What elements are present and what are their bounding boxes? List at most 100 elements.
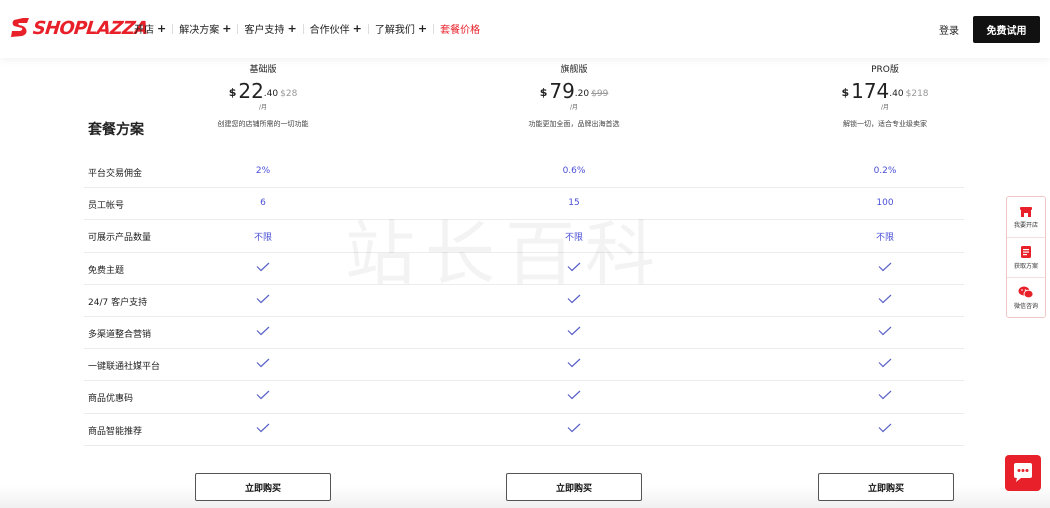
feature-included-cell [855, 262, 915, 272]
nav-item-label: 了解我们 [374, 25, 415, 36]
original-price: $218 [905, 89, 929, 99]
feature-included-cell [855, 390, 915, 400]
open-store-shortcut[interactable]: 我要开店 [1007, 197, 1045, 237]
check-icon [256, 358, 270, 368]
feature-row: 可展示产品数量 不限 不限 不限 [84, 220, 964, 253]
check-icon [567, 358, 581, 368]
price-decimal: .40 [889, 89, 904, 99]
feature-included-cell [233, 358, 293, 368]
feature-label: 可展示产品数量 [88, 233, 152, 244]
nav-item-label: 客户支持 [244, 25, 285, 36]
nav-item-5[interactable]: 套餐价格 [434, 21, 486, 36]
check-icon [567, 294, 581, 304]
chat-bubble-icon [1014, 463, 1032, 482]
check-icon [878, 326, 892, 336]
open-store-label: 我要开店 [1013, 221, 1038, 229]
feature-included-cell [855, 423, 915, 433]
get-plan-shortcut[interactable]: 获取方案 [1007, 237, 1045, 277]
buy-button-flagship[interactable]: 立即购买 [506, 473, 642, 501]
wechat-consult-shortcut[interactable]: 微信咨询 [1007, 277, 1045, 317]
feature-included-cell [544, 423, 604, 433]
plus-icon: + [417, 22, 428, 35]
plan-name: PRO版 [871, 65, 899, 75]
plan-name: 旗舰版 [560, 65, 588, 75]
nav-item-4[interactable]: 了解我们 + [369, 21, 433, 36]
price-decimal: .40 [263, 89, 279, 99]
feature-included-cell [233, 262, 293, 272]
feature-label: 员工帐号 [88, 201, 125, 212]
plan-basic: 基础版 $22.40 $28/月 创建您的店铺所需的一切功能 [163, 62, 363, 129]
feature-row: 员工帐号 6 15 100 [84, 188, 964, 221]
price: $79.20 $99 [474, 81, 674, 101]
feature-row: 24/7 客户支持 [84, 285, 964, 317]
main-nav: 开店 + 解决方案 + 客户支持 + 合作伙伴 + 了解我们 + 套餐价格 [128, 21, 486, 36]
nav-item-3[interactable]: 合作伙伴 + [304, 21, 368, 36]
feature-label: 平台交易佣金 [88, 169, 143, 179]
price-integer: 174 [851, 79, 890, 103]
feature-comparison-table: 平台交易佣金 2% 0.6% 0.2% 员工帐号 6 15 100 可展示产品数量 不限 不限 不限免… [84, 156, 964, 446]
nav-item-label: 解决方案 [179, 25, 220, 36]
nav-item-1[interactable]: 解决方案 + [173, 21, 237, 36]
login-link[interactable]: 登录 [939, 22, 959, 37]
feature-included-cell [544, 262, 604, 272]
feature-row: 商品智能推荐 [84, 414, 964, 446]
feature-included-cell [855, 326, 915, 336]
buy-button-pro[interactable]: 立即购买 [818, 473, 954, 501]
price-integer: 79 [549, 79, 575, 103]
check-icon [256, 423, 270, 432]
feature-row: 商品优惠码 [84, 381, 964, 414]
nav-item-0[interactable]: 开店 + [128, 21, 172, 36]
check-icon [878, 294, 892, 304]
check-icon [878, 358, 892, 368]
feature-label: 24/7 客户支持 [88, 297, 148, 308]
feature-included-cell [544, 358, 604, 368]
billing-period: /月 [880, 104, 890, 111]
wechat-icon [1018, 286, 1034, 298]
plus-icon: + [157, 22, 167, 35]
feature-included-cell [233, 390, 293, 400]
floating-contact-panel: 我要开店 获取方案 微信咨询 [1006, 196, 1046, 318]
check-icon [256, 262, 270, 271]
feature-included-cell [233, 326, 293, 336]
check-icon [567, 262, 581, 271]
plan-name: 基础版 [249, 65, 277, 75]
feature-label: 商品智能推荐 [88, 426, 143, 437]
currency-symbol: $ [841, 86, 850, 99]
original-price: $99 [591, 89, 609, 99]
feature-label: 多渠道整合营销 [88, 329, 152, 340]
billing-period: /月 [569, 104, 579, 111]
chat-button[interactable] [1005, 455, 1041, 491]
feature-included-cell [855, 294, 915, 304]
plan-pro: PRO版 $174.40 $218/月 解锁一切，适合专业级卖家 [785, 62, 985, 129]
check-icon [878, 423, 892, 432]
free-trial-button[interactable]: 免费试用 [973, 16, 1040, 43]
buy-button-basic[interactable]: 立即购买 [195, 473, 331, 501]
top-navigation-bar: SHOPLAZZA 开店 + 解决方案 + 客户支持 + 合作伙伴 + 了解我们 + 套餐价格 登录… [0, 0, 1050, 58]
plus-icon: + [352, 22, 362, 35]
feature-included-cell [544, 326, 604, 336]
check-icon [256, 326, 270, 336]
feature-value: 2% [255, 166, 271, 176]
feature-value: 0.6% [562, 166, 586, 176]
feature-row: 多渠道整合营销 [84, 317, 964, 350]
price-integer: 22 [238, 79, 264, 103]
plan-description: 功能更加全面，品牌出海首选 [528, 120, 620, 128]
feature-label: 一键联通社媒平台 [88, 362, 161, 373]
feature-value: 不限 [564, 233, 583, 244]
feature-value: 不限 [875, 233, 894, 244]
feature-included-cell [855, 358, 915, 368]
feature-included-cell [233, 423, 293, 433]
nav-item-label: 合作伙伴 [309, 25, 350, 36]
currency-symbol: $ [228, 86, 237, 99]
nav-item-2[interactable]: 客户支持 + [238, 21, 302, 36]
feature-value: 6 [260, 198, 266, 209]
nav-item-label: 套餐价格 [440, 25, 481, 36]
section-title: 套餐方案 [88, 122, 144, 138]
check-icon [878, 262, 892, 271]
logo-mark-icon [11, 18, 29, 37]
check-icon [567, 423, 581, 432]
feature-row: 免费主题 [84, 253, 964, 285]
price-decimal: .20 [574, 89, 590, 99]
check-icon [567, 390, 581, 400]
feature-value: 0.2% [873, 166, 897, 176]
